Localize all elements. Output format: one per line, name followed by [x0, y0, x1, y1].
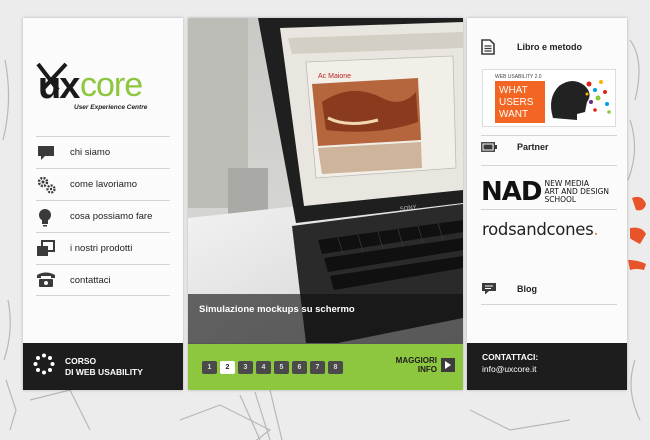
divider — [481, 304, 617, 305]
divider — [481, 209, 617, 210]
gears-icon — [36, 175, 70, 195]
slide-page-2[interactable]: 2 — [220, 361, 235, 374]
document-icon — [481, 39, 517, 55]
book-cover-line-2: USERS — [499, 97, 534, 108]
rods-text: rodsandcones — [482, 220, 594, 239]
nav-item-cosa-possiamo-fare[interactable]: cosa possiamo fare — [36, 200, 170, 232]
chat-bubble-icon — [481, 282, 517, 296]
book-cover-header: WEB USABILITY 2.0 — [495, 74, 542, 80]
course-line-2: DI WEB USABILITY — [65, 366, 143, 377]
slide-page-5[interactable]: 5 — [274, 361, 289, 374]
slide-page-7[interactable]: 7 — [310, 361, 325, 374]
telephone-icon — [36, 271, 70, 289]
left-panel: ux core User Experience Centre chi siamo… — [23, 18, 183, 390]
divider — [481, 135, 617, 136]
right-panel: Libro e metodo WEB USABILITY 2.0 WHAT US… — [467, 18, 627, 390]
rodsandcones-logo[interactable]: rodsandcones. — [482, 220, 599, 239]
logo-tagline: User Experience Centre — [74, 104, 148, 111]
web-usability-course-link[interactable]: CORSO DI WEB USABILITY — [23, 343, 183, 390]
logo-core-text: core — [80, 66, 142, 104]
course-line-1: CORSO — [65, 355, 97, 366]
nav-item-come-lavoriamo[interactable]: come lavoriamo — [36, 168, 170, 200]
caption-overlay — [188, 294, 463, 344]
battery-icon — [481, 142, 517, 152]
divider — [481, 165, 617, 166]
more-info-button[interactable]: MAGGIORI INFO — [396, 356, 455, 374]
book-cover-image[interactable]: WEB USABILITY 2.0 WHAT USERS WANT — [482, 69, 616, 127]
slide-page-4[interactable]: 4 — [256, 361, 271, 374]
slide-page-6[interactable]: 6 — [292, 361, 307, 374]
more-info-label: MAGGIORI INFO — [396, 356, 437, 374]
slider-controls: 1 2 3 4 5 6 7 8 MAGGIORI INFO — [188, 344, 463, 390]
course-label: CORSO DI WEB USABILITY — [65, 356, 143, 378]
contact-box: CONTATTACI: info@uxcore.it — [467, 343, 627, 390]
book-cover-line-1: WHAT — [499, 85, 528, 96]
nav-item-label: chi siamo — [70, 147, 111, 158]
lightbulb-icon — [36, 207, 70, 227]
nad-line-3: SCHOOL — [544, 195, 577, 204]
nad-school-logo[interactable]: NAD NEW MEDIA ART AND DESIGN SCHOOL — [481, 177, 609, 207]
more-info-line-2: INFO — [417, 365, 437, 374]
nad-logo-text: NEW MEDIA ART AND DESIGN SCHOOL — [544, 180, 609, 204]
more-info-line-1: MAGGIORI — [395, 356, 437, 365]
slide-pagination: 1 2 3 4 5 6 7 8 — [202, 361, 343, 374]
rods-dot: . — [593, 220, 599, 239]
play-arrow-icon — [441, 358, 455, 372]
book-method-label: Libro e metodo — [517, 42, 582, 52]
slide-page-8[interactable]: 8 — [328, 361, 343, 374]
partner-heading: Partner — [481, 142, 617, 152]
partner-label: Partner — [517, 142, 549, 152]
nav-item-contattaci[interactable]: contattaci — [36, 264, 170, 296]
main-nav: chi siamo come lavoriamo cosa possiamo f… — [36, 136, 170, 296]
slide-page-1[interactable]: 1 — [202, 361, 217, 374]
nav-item-label: come lavoriamo — [70, 179, 138, 190]
nad-logo-mark: NAD — [481, 177, 542, 207]
blog-link[interactable]: Blog — [481, 282, 617, 296]
nav-item-label: cosa possiamo fare — [70, 211, 153, 222]
nav-item-label: i nostri prodotti — [70, 243, 133, 254]
dotted-circle-icon — [33, 353, 55, 380]
chat-bubble-icon — [36, 144, 70, 162]
slideshow-panel: Ac Maione SONY Simulazione mockups su sc… — [188, 18, 463, 390]
nav-item-chi-siamo[interactable]: chi siamo — [36, 136, 170, 168]
book-cover-line-3: WANT — [499, 109, 528, 120]
blog-label: Blog — [517, 284, 537, 294]
nav-item-label: contattaci — [70, 274, 111, 286]
nav-item-i-nostri-prodotti[interactable]: i nostri prodotti — [36, 232, 170, 264]
screen-site-title: Ac Maione — [318, 73, 351, 80]
book-method-link[interactable]: Libro e metodo — [481, 39, 617, 55]
windows-icon — [36, 239, 70, 258]
contact-title: CONTATTACI: — [482, 352, 539, 362]
contact-email-link[interactable]: info@uxcore.it — [482, 363, 627, 375]
slide-page-3[interactable]: 3 — [238, 361, 253, 374]
slide-caption: Simulazione mockups su schermo — [199, 304, 355, 315]
